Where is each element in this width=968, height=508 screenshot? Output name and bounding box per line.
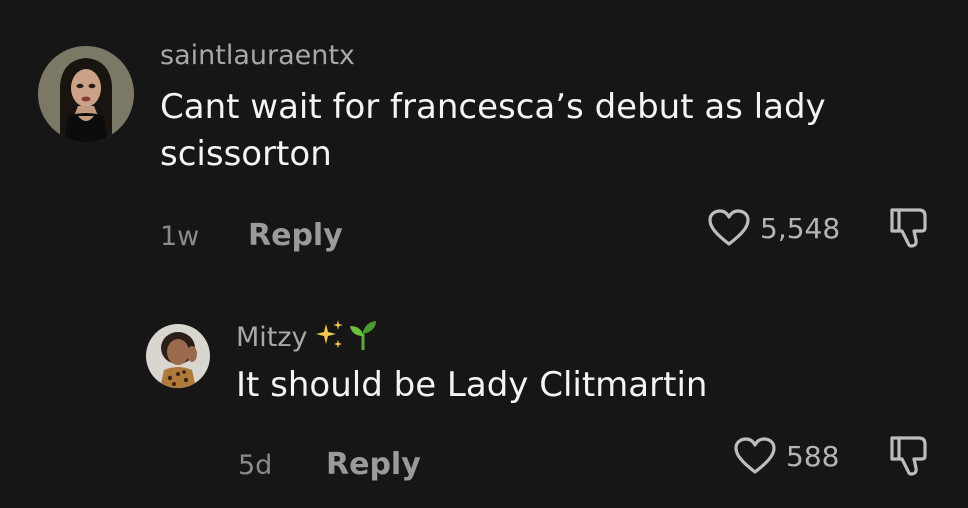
reply-text: It should be Lady Clitmartin xyxy=(236,365,708,405)
reply-username[interactable]: Mitzy xyxy=(236,318,380,359)
bratz-doll-avatar-icon[interactable] xyxy=(38,46,134,142)
thumbs-down-outline-icon[interactable] xyxy=(886,434,932,478)
like-count: 588 xyxy=(786,439,840,473)
thumbs-down-outline-icon[interactable] xyxy=(886,206,932,250)
comment-text: Cant wait for francesca’s debut as lady … xyxy=(160,87,826,174)
sparkles-icon xyxy=(312,318,346,359)
heart-outline-icon xyxy=(732,436,778,476)
reply-item: Mitzy It should be Lady Clitmartin 5d Re… xyxy=(0,300,968,508)
reply-button[interactable]: Reply xyxy=(248,218,343,253)
username-emoji xyxy=(312,318,380,359)
seedling-icon xyxy=(346,318,380,359)
comment-item: saintlauraentx Cant wait for francesca’s… xyxy=(0,0,968,280)
like-button[interactable]: 588 xyxy=(732,436,839,476)
like-button[interactable]: 5,548 xyxy=(706,208,840,248)
reply-username-text: Mitzy xyxy=(236,322,308,353)
like-count: 5,548 xyxy=(760,211,841,245)
comment-timestamp: 1w xyxy=(160,221,200,252)
comment-username[interactable]: saintlauraentx xyxy=(160,40,355,71)
reply-button[interactable]: Reply xyxy=(326,447,421,482)
person-photo-avatar-icon[interactable] xyxy=(146,324,210,388)
reply-timestamp: 5d xyxy=(238,450,273,481)
heart-outline-icon xyxy=(706,208,752,248)
